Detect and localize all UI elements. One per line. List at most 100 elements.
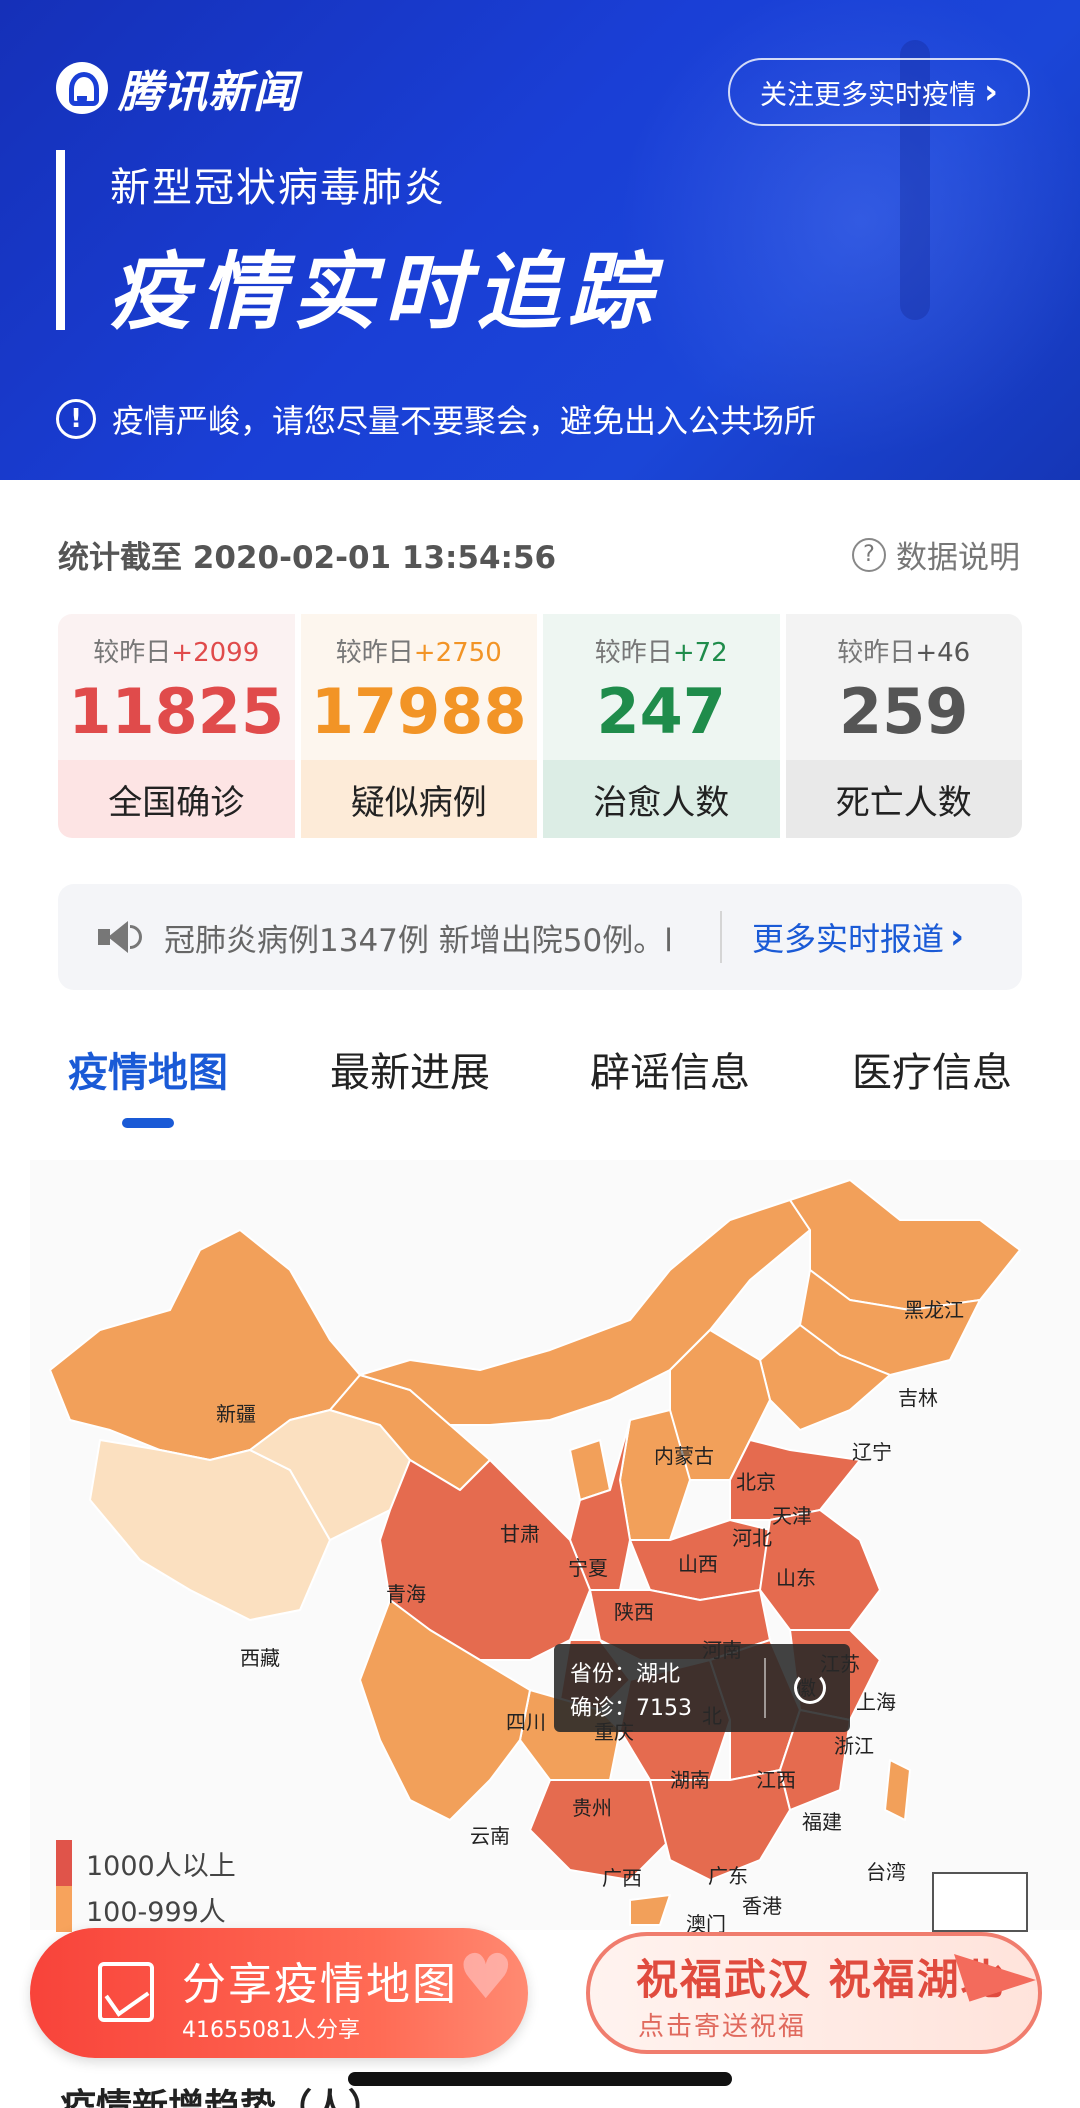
- ticker-divider: [720, 911, 722, 963]
- label-xinjiang: 新疆: [216, 1402, 256, 1426]
- content-tabs: 疫情地图 最新进展 辟谣信息 医疗信息: [0, 1032, 1080, 1132]
- delta-prefix: 较昨日: [594, 638, 673, 668]
- map-legend: 1000人以上 100-999人: [56, 1840, 236, 1932]
- label-gansu: 甘肃: [500, 1522, 540, 1546]
- delta-prefix: 较昨日: [335, 638, 414, 668]
- province-taiwan: [884, 1759, 911, 1821]
- legend-item: 100-999人: [56, 1886, 236, 1932]
- legend-swatch-high: [56, 1840, 72, 1886]
- bless-subtitle: 点击寄送祝福: [638, 2012, 807, 2042]
- paper-plane-icon: [953, 1932, 1037, 2002]
- ticker-text: 冠肺炎病例1347例 新增出院50例。l: [164, 922, 673, 959]
- tab-epidemic-map[interactable]: 疫情地图: [68, 1040, 228, 1098]
- label-beijing: 北京: [736, 1470, 776, 1494]
- stat-card-deaths[interactable]: 较昨日+46 259 死亡人数: [785, 614, 1022, 838]
- chevron-right-icon: ›: [950, 917, 965, 957]
- label-fujian: 福建: [802, 1810, 842, 1834]
- china-epidemic-map[interactable]: 新疆 西藏 青海 甘肃 内蒙古 黑龙江 吉林 辽宁 北京 天津 河北 山西 山东…: [30, 1160, 1080, 1936]
- province-hainan: [629, 1894, 671, 1926]
- more-reports-link[interactable]: 更多实时报道 ›: [752, 914, 964, 960]
- label-yunnan: 云南: [470, 1824, 510, 1848]
- label-xianggang: 香港: [742, 1894, 782, 1918]
- chevron-right-icon: ›: [983, 72, 998, 112]
- stat-label: 疑似病例: [300, 760, 537, 838]
- updated-timestamp: 统计截至 2020-02-01 13:54:56: [58, 540, 557, 576]
- follow-more-button[interactable]: 关注更多实时疫情 ›: [728, 58, 1030, 126]
- label-jiangxi: 江西: [756, 1768, 796, 1792]
- tooltip-province: 省份：湖北: [570, 1662, 681, 1687]
- page-subtitle: 新型冠状病毒肺炎: [110, 165, 446, 211]
- notice: ! 疫情严峻，请您尽量不要聚会，避免出入公共场所: [56, 396, 816, 442]
- label-hebei: 河北: [732, 1526, 772, 1550]
- label-shaanxi: 陕西: [614, 1600, 654, 1624]
- label-jilin: 吉林: [898, 1386, 938, 1410]
- brand: 腾讯新闻: [56, 56, 298, 120]
- stat-label: 全国确诊: [58, 760, 295, 838]
- stat-number: 11825: [68, 675, 285, 748]
- follow-more-label: 关注更多实时疫情: [759, 79, 976, 111]
- label-tianjin: 天津: [772, 1504, 812, 1528]
- active-tab-indicator: [122, 1118, 174, 1128]
- label-taiwan: 台湾: [866, 1860, 906, 1884]
- stat-label: 治愈人数: [543, 760, 780, 838]
- stat-number: 247: [596, 675, 726, 748]
- label-ningxia: 宁夏: [568, 1556, 608, 1580]
- more-reports-label: 更多实时报道: [752, 920, 945, 958]
- label-shandong: 山东: [776, 1566, 816, 1590]
- delta-prefix: 较昨日: [93, 638, 172, 668]
- province-tooltip: 省份：湖北 确诊：7153: [554, 1644, 850, 1732]
- title-accent-bar: [56, 150, 65, 330]
- south-china-sea-inset: [932, 1872, 1028, 1932]
- delta-value: +72: [672, 638, 728, 668]
- speaker-icon: [98, 917, 142, 957]
- tab-latest-progress[interactable]: 最新进展: [330, 1040, 490, 1098]
- stats-cards: 较昨日+2099 11825 全国确诊 较昨日+2750 17988 疑似病例 …: [58, 614, 1022, 838]
- page-title: 疫情实时追踪: [108, 243, 661, 341]
- tab-medical-info[interactable]: 医疗信息: [852, 1040, 1012, 1098]
- legend-label: 1000人以上: [86, 1850, 236, 1882]
- label-sichuan: 四川: [506, 1710, 546, 1734]
- tencent-news-bell-icon: [56, 62, 108, 114]
- next-section-heading: 疫情新增趋势（人）: [60, 2087, 385, 2108]
- home-indicator[interactable]: [348, 2072, 732, 2086]
- stat-number: 17988: [310, 675, 527, 748]
- label-shanghai: 上海: [856, 1690, 896, 1714]
- tab-rumor-info[interactable]: 辟谣信息: [590, 1040, 750, 1098]
- label-guangxi: 广西: [602, 1866, 642, 1890]
- news-ticker[interactable]: 冠肺炎病例1347例 新增出院50例。l 更多实时报道 ›: [58, 884, 1022, 990]
- data-note-label: 数据说明: [896, 540, 1020, 576]
- share-map-button[interactable]: 分享疫情地图 41655081人分享 ♥: [30, 1928, 528, 2058]
- chart-share-icon: [98, 1962, 154, 2022]
- label-shanxi: 山西: [678, 1552, 718, 1576]
- notice-text: 疫情严峻，请您尽量不要聚会，避免出入公共场所: [112, 402, 817, 440]
- share-title: 分享疫情地图: [182, 1959, 458, 2010]
- stat-card-suspected[interactable]: 较昨日+2750 17988 疑似病例: [300, 614, 537, 838]
- share-arrow-icon[interactable]: [794, 1672, 826, 1704]
- stat-card-cured[interactable]: 较昨日+72 247 治愈人数: [543, 614, 780, 838]
- label-neimenggu: 内蒙古: [654, 1444, 714, 1468]
- delta-prefix: 较昨日: [837, 638, 916, 668]
- stat-number: 259: [839, 675, 969, 748]
- data-note-link[interactable]: ? 数据说明: [852, 532, 1020, 577]
- brand-name: 腾讯新闻: [118, 67, 298, 118]
- legend-swatch-mid: [56, 1886, 72, 1932]
- label-guangdong: 广东: [708, 1864, 748, 1888]
- label-qinghai: 青海: [386, 1582, 426, 1606]
- share-count: 41655081人分享: [182, 2018, 360, 2043]
- exclamation-icon: !: [56, 399, 96, 439]
- question-icon: ?: [852, 537, 886, 572]
- bless-title: 祝福武汉 祝福湖北: [636, 1955, 1005, 2004]
- tooltip-divider: [764, 1658, 766, 1718]
- label-zhejiang: 浙江: [834, 1734, 874, 1758]
- label-hunan: 湖南: [670, 1768, 710, 1792]
- label-guizhou: 贵州: [572, 1796, 612, 1820]
- label-xizang: 西藏: [240, 1646, 280, 1670]
- label-liaoning: 辽宁: [852, 1440, 892, 1464]
- header-banner: 腾讯新闻 关注更多实时疫情 › 新型冠状病毒肺炎 疫情实时追踪 ! 疫情严峻，请…: [0, 0, 1080, 480]
- bless-wuhan-button[interactable]: 祝福武汉 祝福湖北 点击寄送祝福: [586, 1932, 1042, 2054]
- legend-label: 100-999人: [86, 1896, 226, 1928]
- delta-value: +2750: [413, 638, 502, 668]
- label-heilongjiang: 黑龙江: [904, 1298, 964, 1322]
- tooltip-confirmed: 确诊：7153: [570, 1696, 692, 1721]
- stat-card-confirmed[interactable]: 较昨日+2099 11825 全国确诊: [58, 614, 295, 838]
